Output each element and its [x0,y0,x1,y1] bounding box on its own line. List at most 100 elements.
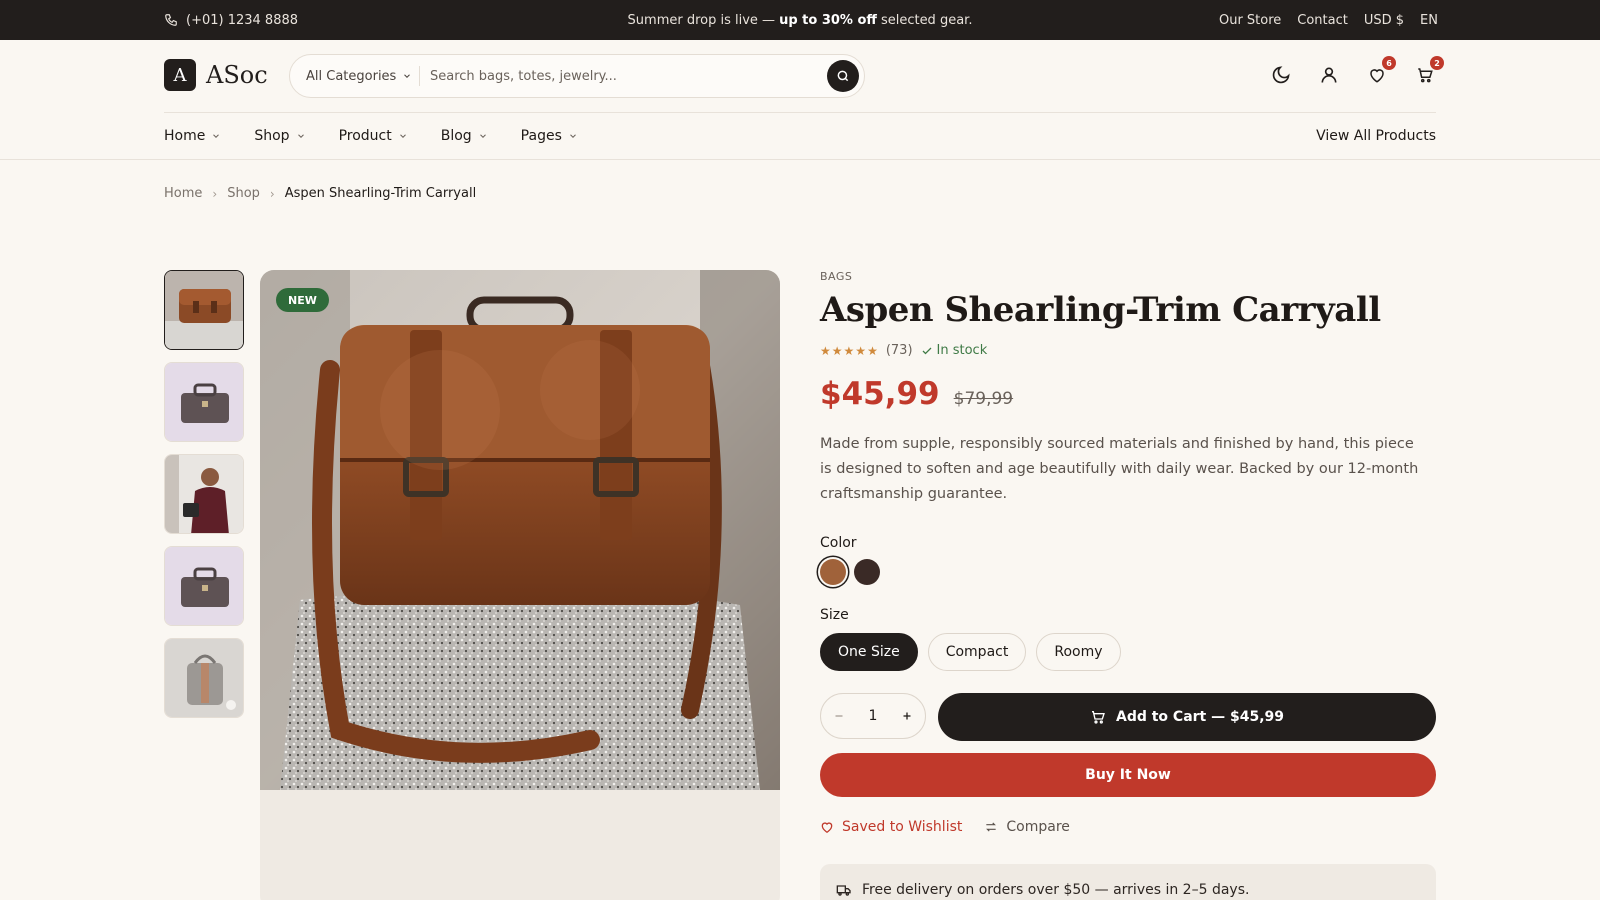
category-dropdown[interactable]: All Categories [306,55,412,97]
star-icon: ★ [867,343,878,358]
thumbnail-grey-studded-bag[interactable] [164,638,244,718]
nav-divider [0,159,1600,160]
chevron-down-icon [296,131,306,141]
thumbnail-list [164,270,244,730]
plus-icon[interactable] [901,710,913,722]
color-swatch-brown[interactable] [820,559,846,585]
secondary-actions: Saved to Wishlist Compare [820,819,1436,835]
delivery-text: Free delivery on orders over $50 — arriv… [862,882,1250,898]
color-swatch-dark[interactable] [854,559,880,585]
cart-icon [1090,709,1106,725]
promo-text: Summer drop is live — [627,12,776,28]
wishlist-label: Saved to Wishlist [842,819,963,835]
thumbnail-grey-briefcase[interactable] [164,362,244,442]
wishlist-toggle[interactable]: Saved to Wishlist [820,819,962,835]
search-input[interactable] [430,63,810,89]
truck-icon [836,882,852,898]
currency-select[interactable]: USD $ [1364,13,1404,28]
add-to-cart-button[interactable]: Add to Cart — $45,99 [938,693,1436,741]
thumbnail-grey-briefcase-alt[interactable] [164,546,244,626]
nav-item-shop[interactable]: Shop [254,128,305,144]
buy-now-button[interactable]: Buy It Now [820,753,1436,797]
link-our-store[interactable]: Our Store [1219,13,1281,28]
size-option-compact[interactable]: Compact [927,633,1027,671]
moon-icon [1271,65,1291,85]
size-option-roomy[interactable]: Roomy [1036,633,1121,671]
check-icon [921,345,933,357]
heart-icon [1368,66,1386,84]
new-badge: NEW [276,288,329,312]
thumbnail-model-with-bag[interactable] [164,454,244,534]
stock-label: In stock [936,343,988,358]
product-info: BAGS Aspen Shearling-Trim Carryall ★ ★ ★ ★ ★… [820,270,1436,835]
wishlist-button[interactable]: 6 [1366,56,1396,86]
color-options [820,559,1436,585]
thumbnail-brown-leather-bag[interactable] [164,270,244,350]
nav-item-home[interactable]: Home [164,128,221,144]
search-icon [836,69,850,83]
minus-icon[interactable] [833,710,845,722]
product-category[interactable]: BAGS [820,270,1436,283]
theme-toggle-button[interactable] [1270,64,1292,86]
search-divider [419,66,420,86]
cart-button[interactable]: 2 [1414,56,1444,86]
nav-item-blog[interactable]: Blog [441,128,488,144]
search-button[interactable] [827,60,859,92]
chevron-right-icon: › [269,186,275,201]
star-icon: ★ [831,343,843,358]
account-button[interactable] [1318,64,1340,86]
rating-row: ★ ★ ★ ★ ★ (73) In stock [820,343,1436,358]
main-nav: Home Shop Product Blog Pages View All Pr… [164,113,1436,159]
wishlist-count-badge: 6 [1382,56,1396,70]
chevron-right-icon: › [212,186,218,201]
nav-label: Product [338,128,392,144]
cart-row: 1 Add to Cart — $45,99 [820,693,1436,741]
top-links: Our Store Contact USD $ EN [1219,0,1438,40]
original-price: $79,99 [953,389,1014,409]
logo-text: ASoc [206,61,268,89]
cart-icon [1416,66,1434,84]
nav-item-product[interactable]: Product [339,128,408,144]
current-price: $45,99 [820,376,940,412]
quantity-value[interactable]: 1 [869,708,878,724]
chevron-down-icon [398,131,408,141]
compare-label: Compare [1006,819,1070,835]
chevron-down-icon [402,71,412,81]
cart-count-badge: 2 [1430,56,1444,70]
main-product-image[interactable]: NEW [260,270,780,900]
promo-text-end: selected gear. [880,12,973,28]
price-row: $45,99 $79,99 [820,376,1436,412]
logo[interactable]: A ASoc [164,59,268,91]
view-all-products-link[interactable]: View All Products [1316,113,1436,159]
announcement-bar: (+01) 1234 8888 Summer drop is live — up… [0,0,1600,40]
header-actions: 6 2 [1270,56,1444,86]
chevron-down-icon [568,131,578,141]
breadcrumb-shop[interactable]: Shop [227,186,260,201]
size-option-one-size[interactable]: One Size [820,633,918,671]
breadcrumb: Home › Shop › Aspen Shearling-Trim Carry… [164,186,476,201]
add-to-cart-label: Add to Cart — $45,99 [1115,709,1285,725]
nav-label: Home [164,128,206,144]
promo-highlight: up to 30% off [779,12,877,28]
stock-status: In stock [921,343,988,358]
breadcrumb-home[interactable]: Home [164,186,202,201]
chevron-down-icon [211,131,221,141]
heart-icon [820,820,834,834]
nav-item-pages[interactable]: Pages [521,128,578,144]
product-description: Made from supple, responsibly sourced ma… [820,436,1419,502]
quantity-stepper: 1 [820,693,926,739]
language-select[interactable]: EN [1420,13,1438,28]
logo-mark: A [164,59,196,91]
link-contact[interactable]: Contact [1297,13,1348,28]
star-rating: ★ ★ ★ ★ ★ [820,344,878,358]
star-icon: ★ [855,343,867,358]
chevron-down-icon [478,131,488,141]
compare-button[interactable]: Compare [984,819,1070,835]
nav-label: Blog [440,128,472,144]
product-title: Aspen Shearling-Trim Carryall [820,290,1381,330]
nav-label: Pages [520,128,562,144]
nav-label: Shop [254,128,290,144]
color-label: Color [820,535,857,551]
review-count[interactable]: (73) [886,343,913,358]
product-photo [260,270,780,790]
